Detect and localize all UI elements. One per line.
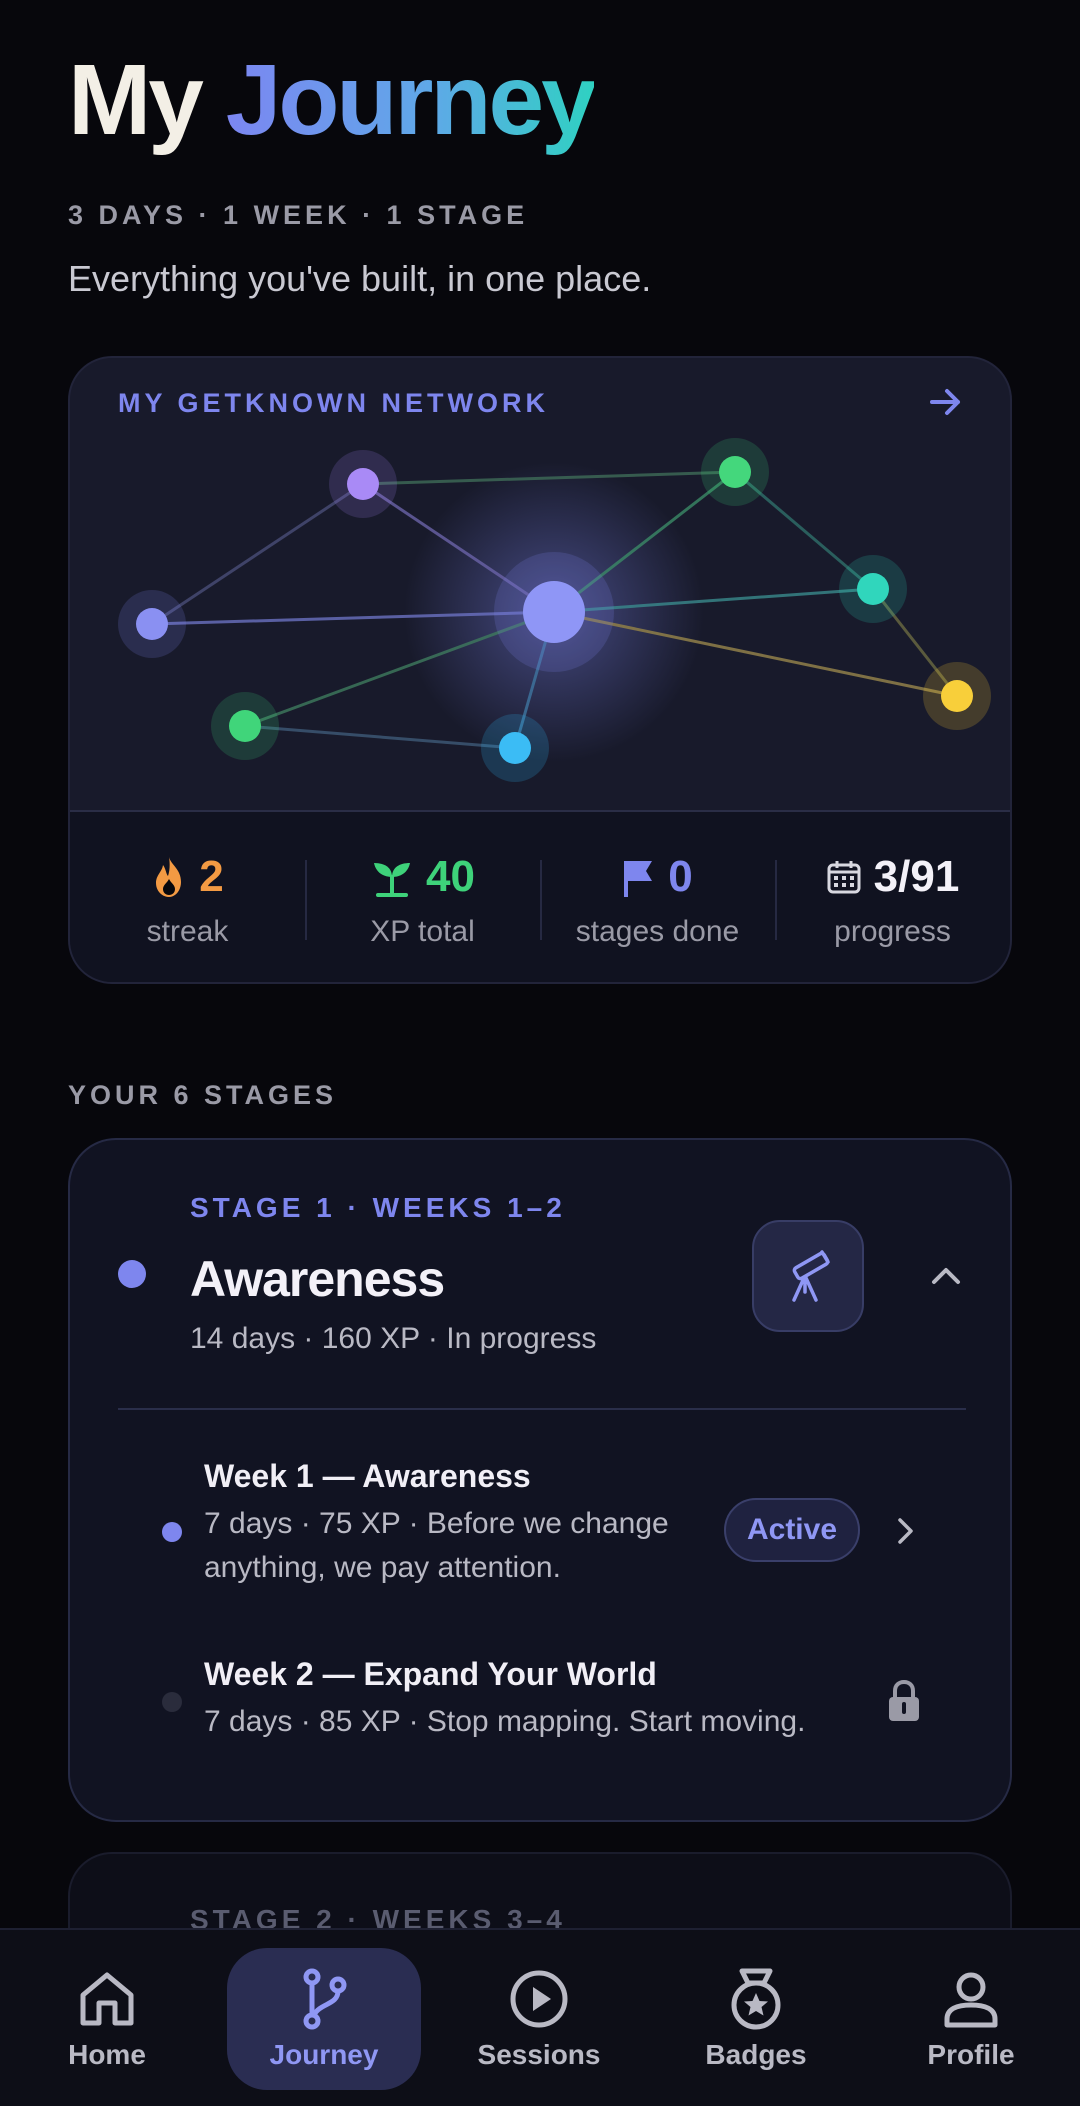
stat-streak: 2 streak — [70, 812, 305, 982]
play-circle-icon — [510, 1970, 568, 2028]
chevron-up-icon[interactable] — [928, 1258, 964, 1294]
stages-done-label: stages done — [575, 915, 740, 948]
network-graph — [118, 438, 991, 782]
bottom-nav: Home Journey Sessions Badges Profile — [0, 1928, 1080, 2106]
page-title: My Journey — [68, 40, 597, 160]
lock-icon — [889, 1679, 919, 1721]
nav-label: Profile — [927, 2039, 1015, 2070]
nav-label: Sessions — [477, 2039, 601, 2070]
stat-xp: 40 XP total — [305, 812, 540, 982]
calendar-icon — [827, 861, 861, 894]
page-subtitle: Everything you've built, in one place. — [68, 258, 652, 299]
user-icon — [944, 1972, 998, 2028]
medal-icon — [731, 1968, 781, 2030]
stage-name: Awareness — [190, 1251, 445, 1307]
week-description: 7 days · 85 XP · Stop mapping. Start mov… — [204, 1705, 806, 1738]
home-icon — [80, 1972, 134, 2026]
stage-kicker: STAGE 1 · WEEKS 1–2 — [190, 1192, 566, 1223]
streak-label: streak — [146, 915, 229, 948]
nav-badges[interactable]: Badges — [700, 1948, 812, 2090]
stage-divider — [118, 1408, 966, 1410]
stages-done-value: 0 — [668, 852, 693, 901]
chevron-right-icon[interactable] — [890, 1516, 920, 1546]
telescope-icon — [792, 1250, 830, 1302]
page-title-part2: Journey — [225, 44, 597, 156]
week-title: Week 1 — Awareness — [204, 1458, 531, 1494]
week-item-2[interactable]: Week 2 — Expand Your World 7 days · 85 X… — [70, 1656, 1010, 1766]
flame-icon — [156, 857, 182, 897]
sprout-icon — [374, 863, 411, 897]
stage-icon-button[interactable] — [752, 1220, 864, 1332]
week-status-dot — [162, 1522, 182, 1542]
nav-label: Badges — [705, 2039, 807, 2070]
nav-home[interactable]: Home — [48, 1948, 166, 2090]
journey-summary: 3 DAYS · 1 WEEK · 1 STAGE — [68, 200, 529, 230]
nav-profile[interactable]: Profile — [920, 1948, 1022, 2090]
week-title: Week 2 — Expand Your World — [204, 1656, 657, 1692]
progress-value: 3/91 — [873, 852, 960, 901]
stage-status-dot — [118, 1260, 146, 1288]
week-description: 7 days · 75 XP · Before we change anythi… — [204, 1507, 669, 1584]
arrow-right-icon[interactable] — [926, 382, 966, 422]
week-status-dot — [162, 1692, 182, 1712]
week-item-1[interactable]: Week 1 — Awareness 7 days · 75 XP · Befo… — [70, 1458, 1010, 1618]
progress-label: progress — [834, 915, 951, 948]
xp-label: XP total — [370, 915, 475, 948]
network-card-label: MY GETKNOWN NETWORK — [118, 388, 549, 418]
flag-icon — [624, 861, 653, 897]
journey-branch-icon — [303, 1968, 347, 2030]
xp-value: 40 — [426, 852, 475, 901]
page-title-part1: My — [68, 44, 204, 156]
stat-stages: 0 stages done — [540, 812, 775, 982]
nav-label: Home — [68, 2039, 146, 2070]
nav-journey[interactable]: Journey — [227, 1948, 421, 2090]
stages-heading: YOUR 6 STAGES — [68, 1080, 338, 1110]
stage-meta: 14 days · 160 XP · In progress — [190, 1322, 597, 1355]
nav-label: Journey — [269, 2039, 379, 2070]
streak-value: 2 — [199, 852, 224, 901]
stats-row: 2 streak 40 XP total 0 stages done 3/91 … — [70, 810, 1010, 982]
nav-sessions[interactable]: Sessions — [476, 1948, 602, 2090]
stat-progress: 3/91 progress — [775, 812, 1010, 982]
stage-card-1[interactable]: STAGE 1 · WEEKS 1–2 Awareness 14 days · … — [68, 1138, 1012, 1822]
status-badge: Active — [724, 1498, 860, 1562]
network-card[interactable]: MY GETKNOWN NETWORK 2 streak 40 XP total… — [68, 356, 1012, 984]
